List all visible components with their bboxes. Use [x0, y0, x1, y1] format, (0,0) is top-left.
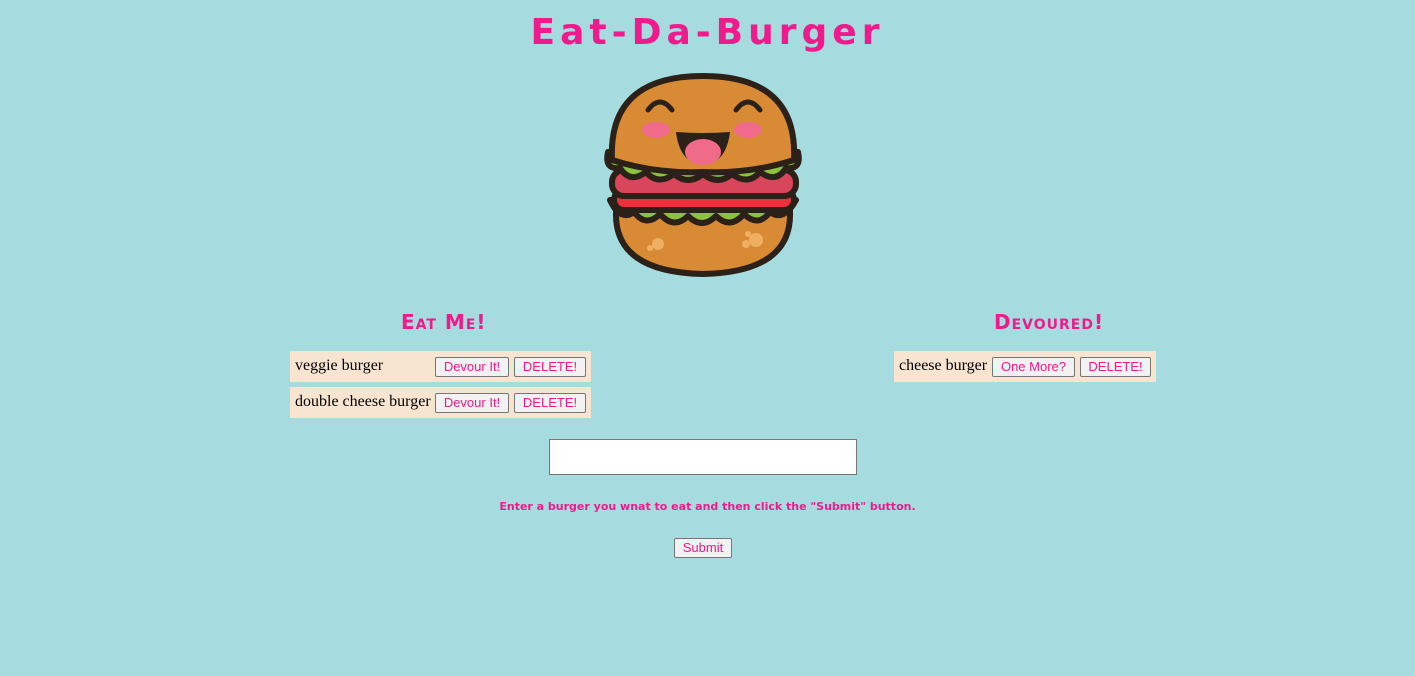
submit-button[interactable]: Submit: [674, 538, 732, 558]
delete-button[interactable]: DELETE!: [514, 393, 586, 413]
list-item: double cheese burger Devour It! DELETE!: [290, 387, 591, 418]
list-item: veggie burger Devour It! DELETE!: [290, 351, 591, 382]
burger-icon: [604, 72, 802, 278]
devour-button[interactable]: Devour It!: [435, 393, 509, 413]
devour-button[interactable]: Devour It!: [435, 357, 509, 377]
burger-input[interactable]: [549, 439, 857, 475]
burger-name: double cheese burger: [295, 392, 431, 410]
devoured-heading: Devoured!: [994, 310, 1105, 334]
list-item: cheese burger One More? DELETE!: [894, 351, 1156, 382]
burger-name: cheese burger: [899, 356, 988, 374]
delete-button[interactable]: DELETE!: [514, 357, 586, 377]
instructions-text: Enter a burger you wnat to eat and then …: [499, 500, 916, 513]
delete-button[interactable]: DELETE!: [1080, 357, 1151, 377]
burger-name: veggie burger: [295, 356, 384, 374]
eat-me-heading: Eat Me!: [401, 310, 487, 334]
page-title: Eat-Da-Burger: [530, 12, 885, 53]
one-more-button[interactable]: One More?: [992, 357, 1075, 377]
